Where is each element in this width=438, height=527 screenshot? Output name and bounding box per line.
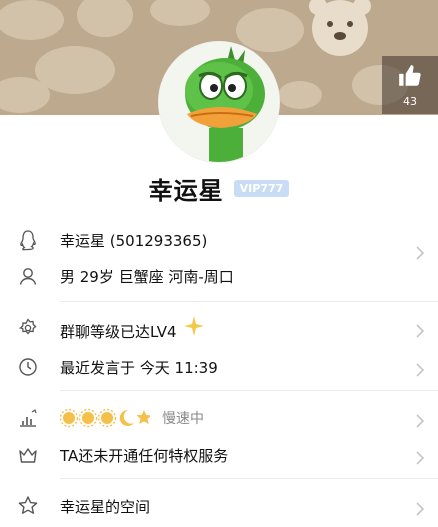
chevron-right-icon [415,410,425,434]
qzone-row[interactable]: 幸运星的空间 [0,488,438,524]
profile-name: 幸运星 [148,176,224,205]
last-speak-row[interactable]: 最近发言于 今天 11:39 [0,349,438,385]
divider [60,478,438,479]
gear-badge-icon [17,317,39,339]
chevron-right-icon [415,320,425,344]
crown-icon [17,444,39,466]
person-icon [17,265,39,287]
vip-badge[interactable]: VIP777 [233,179,290,197]
qq-number-text: 幸运星 (501293365) [60,231,208,250]
avatar[interactable] [159,42,279,162]
sun-icon [78,408,98,428]
chevron-right-icon [415,242,425,266]
divider [60,301,438,302]
moon-icon [119,409,134,426]
basic-info-row[interactable]: 男 29岁 巨蟹座 河南-周口 [0,246,438,294]
chevron-right-icon [415,498,425,522]
chevron-right-icon [415,359,425,383]
chevron-right-icon [415,447,425,471]
level-badges: 慢速中 [60,408,204,428]
qq-number-row[interactable]: 幸运星 (501293365) [0,222,438,258]
like-count: 43 [403,94,417,108]
level-chart-icon [17,407,39,429]
sun-icon [60,408,79,428]
bear-icon [309,0,371,56]
qq-penguin-icon [17,229,39,251]
star-icon [136,410,150,425]
qq-level-row[interactable]: 慢速中 [0,400,438,436]
star-icon [17,495,39,517]
divider [60,390,438,391]
privilege-text: TA还未开通任何特权服务 [60,446,229,465]
speed-status: 慢速中 [162,411,204,427]
qzone-text: 幸运星的空间 [60,497,151,516]
group-level-text: 群聊等级已达LV4 [60,315,205,342]
clock-icon [17,356,39,378]
sparkle-icon [183,315,205,341]
last-speak-text: 最近发言于 今天 11:39 [60,358,218,377]
group-level-row[interactable]: 群聊等级已达LV4 [0,310,438,346]
thumbs-up-icon [397,63,423,93]
sun-icon [97,408,117,428]
basic-info-text: 男 29岁 巨蟹座 河南-周口 [60,267,234,286]
duck-avatar-image [159,42,279,162]
privilege-row[interactable]: TA还未开通任何特权服务 [0,437,438,473]
like-button[interactable]: 43 [382,56,438,114]
